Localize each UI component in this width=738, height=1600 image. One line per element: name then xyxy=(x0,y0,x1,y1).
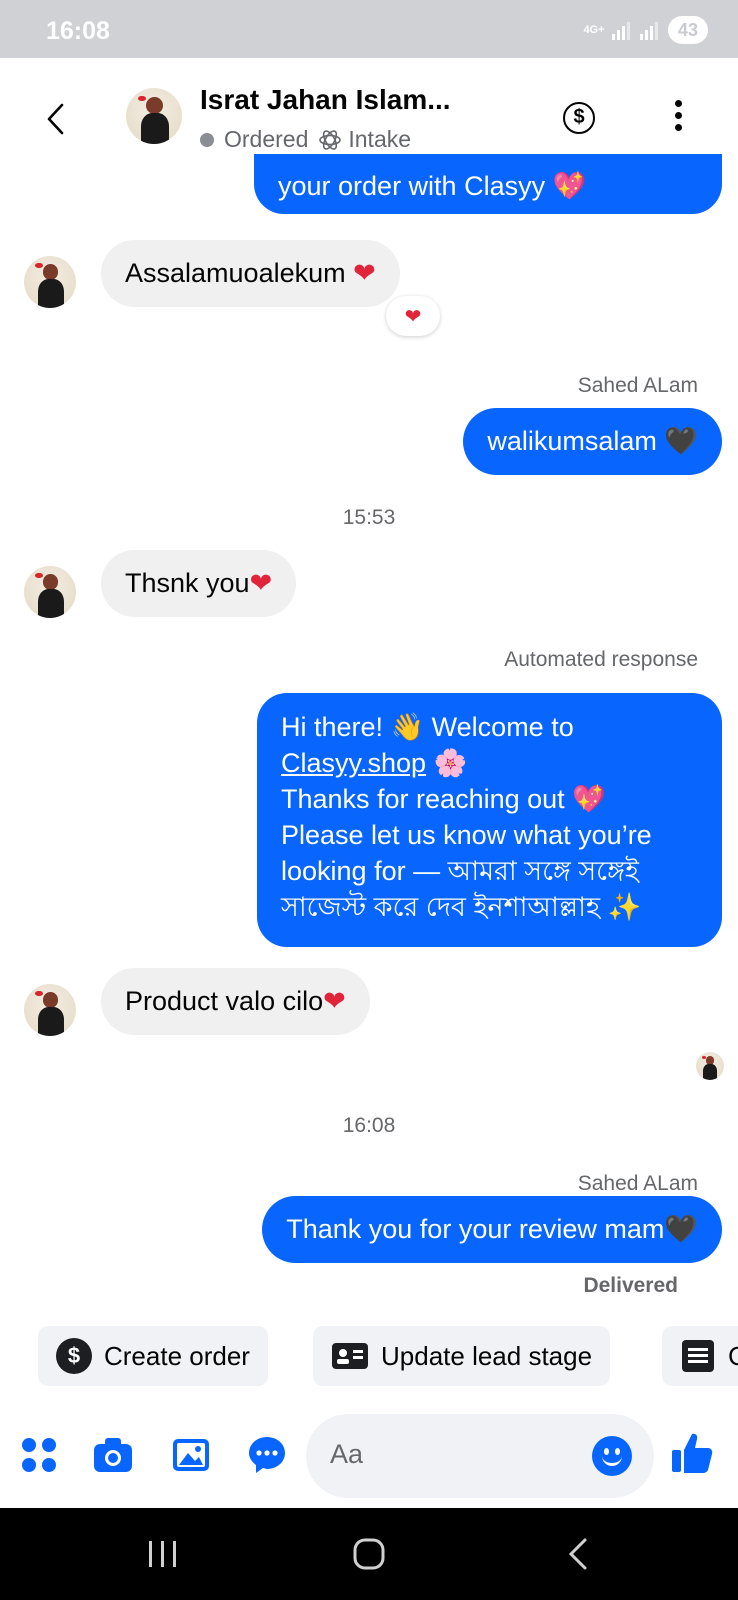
list-icon xyxy=(682,1340,714,1372)
sender-label: Sahed ALam xyxy=(577,1172,698,1195)
message-input[interactable]: Aa xyxy=(306,1414,654,1498)
contact-card-icon xyxy=(332,1343,368,1369)
composer: Aa xyxy=(0,1400,738,1510)
dollar-icon: $ xyxy=(56,1338,92,1374)
contact-status[interactable]: Ordered Intake xyxy=(200,126,411,153)
back-icon[interactable] xyxy=(44,102,68,136)
recent-apps-icon[interactable] xyxy=(146,1538,180,1570)
message-outgoing[interactable]: Thank you for your review mam🖤 xyxy=(262,1196,722,1263)
update-lead-stage-button[interactable]: Update lead stage xyxy=(313,1326,611,1386)
message-automated[interactable]: Hi there! 👋 Welcome to Clasyy.shop 🌸 Tha… xyxy=(257,693,722,947)
heart-emoji: ❤ xyxy=(353,258,376,289)
message-line: Clasyy.shop 🌸 xyxy=(281,745,698,781)
delivery-status: Delivered xyxy=(583,1274,678,1297)
menu-grid-icon[interactable] xyxy=(18,1434,60,1476)
chip-label: Create order xyxy=(104,1340,250,1371)
system-nav-bar xyxy=(0,1508,738,1600)
black-heart-emoji: 🖤 xyxy=(664,426,698,457)
message-incoming[interactable]: Product valo cilo❤ xyxy=(101,968,370,1035)
status-icons: 4G+ 43 xyxy=(582,16,708,44)
message-text: Product valo cilo xyxy=(125,986,324,1016)
create-order-button[interactable]: $ Create order xyxy=(38,1326,268,1386)
message-line: সাজেস্ট করে দেব ইনশাআল্লাহ ✨ xyxy=(281,892,642,922)
message-line: Thanks for reaching out 💖 xyxy=(281,784,606,814)
message-text: walikumsalam xyxy=(487,426,665,456)
contact-avatar[interactable] xyxy=(126,88,182,144)
status-dot-icon xyxy=(200,132,214,147)
sender-avatar[interactable] xyxy=(24,566,76,618)
message-incoming[interactable]: Assalamuoalekum ❤ xyxy=(101,240,400,307)
message-line: Please let us know what you’re xyxy=(281,820,652,850)
chat-bubble-icon[interactable] xyxy=(246,1434,288,1476)
atom-icon xyxy=(319,129,342,150)
message-outgoing[interactable]: walikumsalam 🖤 xyxy=(463,408,722,475)
timestamp: 15:53 xyxy=(342,506,396,529)
heart-emoji: ❤ xyxy=(249,568,273,599)
network-type: 4G+ xyxy=(583,24,605,36)
message-list[interactable]: your order with Clasyy 💖 Assalamuoalekum… xyxy=(0,154,738,1298)
like-icon[interactable] xyxy=(670,1430,714,1476)
contact-name[interactable]: Israt Jahan Islam... xyxy=(200,84,510,116)
sender-avatar[interactable] xyxy=(24,256,76,308)
flower-emoji: 🌸 xyxy=(426,748,468,778)
dollar-icon[interactable]: $ xyxy=(563,102,595,134)
chip-label: C xyxy=(728,1340,738,1371)
battery-icon: 43 xyxy=(668,16,708,44)
message-outgoing-fragment[interactable]: your order with Clasyy 💖 xyxy=(254,154,722,214)
gallery-icon[interactable] xyxy=(170,1434,212,1476)
message-incoming[interactable]: Thsnk you❤ xyxy=(101,550,297,617)
message-text: your order with Clasyy 💖 xyxy=(278,171,587,201)
sender-label: Automated response xyxy=(504,648,698,671)
system-back-icon[interactable] xyxy=(566,1538,590,1570)
message-line: Hi there! 👋 Welcome to xyxy=(281,712,574,742)
signal-icon xyxy=(612,20,630,40)
heart-emoji: ❤ xyxy=(323,986,346,1017)
reaction-heart[interactable]: ❤ xyxy=(386,296,440,336)
sender-label: Sahed ALam xyxy=(577,374,698,397)
shop-link[interactable]: Clasyy.shop xyxy=(281,748,426,778)
lead-stage: Ordered xyxy=(224,126,309,152)
sender-avatar[interactable] xyxy=(24,984,76,1036)
chip-label: Update lead stage xyxy=(381,1340,593,1371)
message-text: Thsnk you xyxy=(125,568,250,598)
message-line: looking for — আমরা সঙ্গে সঙ্গেই xyxy=(281,856,639,886)
emoji-icon[interactable] xyxy=(592,1436,632,1476)
label-tag: Intake xyxy=(348,126,412,152)
timestamp: 16:08 xyxy=(342,1114,396,1137)
black-heart-emoji: 🖤 xyxy=(664,1214,698,1245)
home-icon[interactable] xyxy=(352,1538,386,1570)
status-bar: 16:08 4G+ 43 xyxy=(0,0,738,58)
message-text: Assalamuoalekum xyxy=(125,258,354,288)
signal-icon-2 xyxy=(640,20,658,40)
input-placeholder: Aa xyxy=(330,1439,364,1469)
quick-actions: $ Create order Update lead stage C xyxy=(0,1326,738,1388)
more-action-button[interactable]: C xyxy=(662,1326,738,1386)
more-icon[interactable] xyxy=(672,100,684,134)
message-text: Thank you for your review mam xyxy=(286,1214,665,1244)
seen-avatar xyxy=(696,1052,724,1080)
status-time: 16:08 xyxy=(46,17,110,45)
camera-icon[interactable] xyxy=(92,1434,134,1476)
